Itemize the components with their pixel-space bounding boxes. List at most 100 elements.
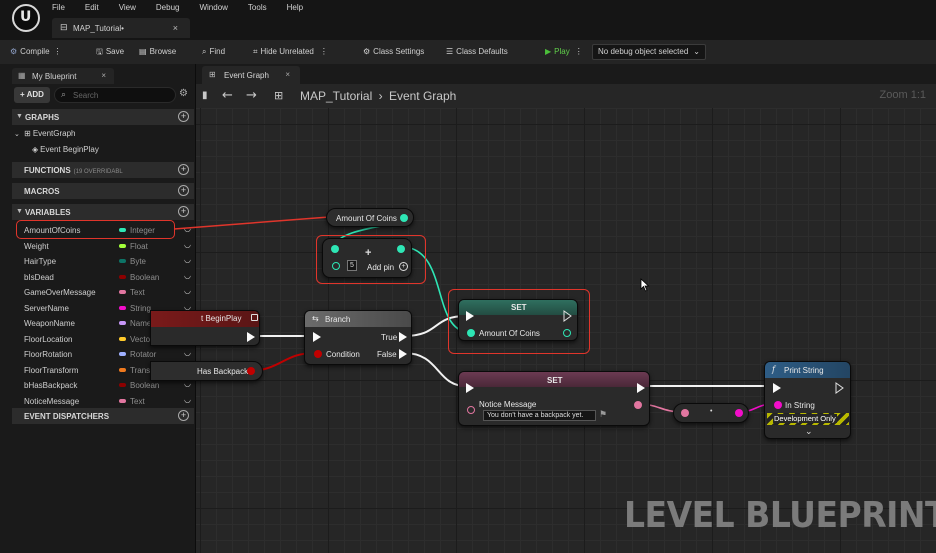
document-tab[interactable]: ⊟ MAP_Tutorial• × bbox=[52, 18, 190, 38]
menu-view[interactable]: View bbox=[119, 3, 136, 12]
menu-tools[interactable]: Tools bbox=[248, 3, 267, 12]
browse-button[interactable]: ▤ Browse bbox=[139, 44, 176, 60]
close-icon[interactable]: × bbox=[173, 23, 178, 33]
visibility-eye-icon[interactable]: ◡ bbox=[184, 224, 191, 233]
visibility-eye-icon[interactable]: ◡ bbox=[184, 286, 191, 295]
tree-item-eventgraph[interactable]: ⌄ ⊞ EventGraph bbox=[14, 129, 76, 138]
localization-flag-icon[interactable]: ⚑ bbox=[599, 409, 607, 420]
breadcrumb-graph[interactable]: Event Graph bbox=[389, 89, 456, 103]
exec-true-pin[interactable] bbox=[399, 332, 407, 342]
class-defaults-button[interactable]: ☰ Class Defaults bbox=[446, 44, 508, 60]
add-button[interactable]: + ADD bbox=[14, 87, 50, 103]
visibility-eye-icon[interactable]: ◡ bbox=[184, 255, 191, 264]
blueprint-icon: ▦ bbox=[18, 71, 26, 80]
menu-file[interactable]: File bbox=[52, 3, 65, 12]
add-dispatcher-icon[interactable]: + bbox=[178, 410, 189, 421]
menu-window[interactable]: Window bbox=[199, 3, 227, 12]
condition-input-pin[interactable] bbox=[314, 350, 322, 358]
more-options-icon[interactable]: ⋮ bbox=[54, 47, 62, 56]
integer-output-pin[interactable] bbox=[400, 214, 408, 222]
hide-unrelated-label: Hide Unrelated bbox=[260, 47, 314, 56]
exec-input-pin[interactable] bbox=[773, 383, 781, 393]
macros-section-header[interactable]: MACROS + bbox=[12, 183, 194, 199]
exec-input-pin[interactable] bbox=[466, 383, 474, 393]
to-string-conversion-node[interactable]: • bbox=[673, 403, 749, 423]
variable-type-pill bbox=[119, 290, 126, 294]
save-button[interactable]: 🖫 Save bbox=[96, 44, 124, 60]
variable-row[interactable]: bIsDead Boolean ◡ bbox=[24, 270, 192, 284]
event-beginplay-node[interactable]: t BeginPlay bbox=[150, 310, 260, 346]
functions-section-header[interactable]: FUNCTIONS (19 OVERRIDABL + bbox=[12, 162, 194, 178]
menu-debug[interactable]: Debug bbox=[156, 3, 180, 12]
compile-button[interactable]: ⚙ Compile ⋮ bbox=[10, 44, 62, 60]
exec-output-pin[interactable] bbox=[637, 383, 645, 393]
document-tab-label: MAP_Tutorial• bbox=[73, 24, 124, 33]
notice-message-value-input[interactable]: You don't have a backpack yet. bbox=[483, 410, 596, 421]
exec-input-pin[interactable] bbox=[313, 332, 321, 342]
variable-row[interactable]: FloorRotation Rotator ◡ bbox=[24, 347, 192, 361]
event-beginplay-title: t BeginPlay bbox=[201, 314, 242, 323]
add-macro-icon[interactable]: + bbox=[178, 185, 189, 196]
menu-edit[interactable]: Edit bbox=[85, 3, 99, 12]
graphs-section-header[interactable]: ▼ GRAPHS + bbox=[12, 109, 194, 125]
variable-type-pill bbox=[119, 259, 126, 263]
menu-help[interactable]: Help bbox=[287, 3, 303, 12]
in-string-input-pin[interactable] bbox=[774, 401, 782, 409]
exec-output-pin[interactable] bbox=[247, 332, 255, 342]
tree-item-event-beginplay[interactable]: ◈ Event BeginPlay bbox=[32, 145, 99, 154]
amount-of-coins-getter-node[interactable]: Amount Of Coins bbox=[326, 208, 414, 227]
exec-false-pin[interactable] bbox=[399, 349, 407, 359]
has-backpack-getter-node[interactable]: Has Backpack bbox=[150, 361, 263, 381]
chevron-down-icon: ▼ bbox=[16, 208, 23, 215]
tab-event-graph[interactable]: ⊞ Event Graph × bbox=[202, 66, 300, 84]
forward-arrow-icon[interactable]: → bbox=[246, 88, 257, 103]
text-input-pin[interactable] bbox=[681, 409, 689, 417]
event-dispatchers-section-header[interactable]: EVENT DISPATCHERS + bbox=[12, 408, 194, 424]
print-string-node[interactable]: f Print String In String Development Onl… bbox=[764, 361, 851, 439]
add-function-icon[interactable]: + bbox=[178, 164, 189, 175]
more-options-icon[interactable]: ⋮ bbox=[575, 47, 583, 56]
variable-name: NoticeMessage bbox=[24, 396, 80, 406]
breadcrumb-map[interactable]: MAP_Tutorial bbox=[300, 89, 372, 103]
event-delegate-pin[interactable] bbox=[251, 314, 258, 321]
variable-name: FloorTransform bbox=[24, 365, 79, 375]
hide-unrelated-button[interactable]: ⌗ Hide Unrelated ⋮ bbox=[253, 44, 328, 60]
play-button[interactable]: ▶ Play ⋮ bbox=[545, 44, 583, 60]
visibility-eye-icon[interactable]: ◡ bbox=[184, 240, 191, 249]
find-button[interactable]: ⌕ Find bbox=[202, 44, 225, 60]
visibility-eye-icon[interactable]: ◡ bbox=[184, 395, 191, 404]
add-graph-icon[interactable]: + bbox=[178, 111, 189, 122]
my-blueprint-tab[interactable]: ▦ My Blueprint × bbox=[12, 68, 114, 84]
variable-name: bHasBackpack bbox=[24, 381, 78, 390]
variable-row[interactable]: Weight Float ◡ bbox=[24, 239, 192, 253]
variable-row[interactable]: GameOverMessage Text ◡ bbox=[24, 285, 192, 299]
debug-object-select[interactable]: No debug object selected ⌄ bbox=[592, 44, 706, 60]
visibility-eye-icon[interactable]: ◡ bbox=[184, 271, 191, 280]
search-input[interactable] bbox=[73, 90, 169, 101]
graph-overview-icon[interactable]: ⊞ bbox=[274, 89, 283, 102]
set-notice-message-node[interactable]: SET Notice Message You don't have a back… bbox=[458, 371, 650, 426]
string-output-pin[interactable] bbox=[735, 409, 743, 417]
class-settings-button[interactable]: ⚙ Class Settings bbox=[363, 44, 424, 60]
has-backpack-getter-label: Has Backpack bbox=[197, 367, 249, 376]
gear-icon[interactable]: ⚙ bbox=[179, 88, 188, 99]
variable-type: String bbox=[130, 303, 151, 313]
notice-message-input-pin[interactable] bbox=[467, 406, 475, 414]
back-arrow-icon[interactable]: ← bbox=[222, 88, 233, 103]
boolean-output-pin[interactable] bbox=[247, 367, 255, 375]
variables-section-header[interactable]: ▼ VARIABLES + bbox=[12, 204, 194, 220]
add-variable-icon[interactable]: + bbox=[178, 206, 189, 217]
close-icon[interactable]: × bbox=[285, 70, 290, 79]
branch-node[interactable]: ⇆ Branch True Condition False bbox=[304, 310, 412, 365]
print-string-title: Print String bbox=[784, 366, 824, 375]
unreal-logo[interactable]: U bbox=[12, 4, 40, 32]
visibility-eye-icon[interactable]: ◡ bbox=[184, 348, 191, 357]
bookmark-icon[interactable]: ▮ bbox=[202, 90, 208, 101]
class-defaults-label: Class Defaults bbox=[456, 47, 508, 56]
more-options-icon[interactable]: ⋮ bbox=[320, 47, 328, 56]
variable-row[interactable]: HairType Byte ◡ bbox=[24, 254, 192, 268]
variable-row[interactable]: NoticeMessage Text ◡ bbox=[24, 394, 192, 408]
expand-chevron-icon[interactable]: ⌄ bbox=[805, 426, 813, 437]
close-icon[interactable]: × bbox=[101, 71, 106, 80]
notice-message-output-pin[interactable] bbox=[634, 401, 642, 409]
